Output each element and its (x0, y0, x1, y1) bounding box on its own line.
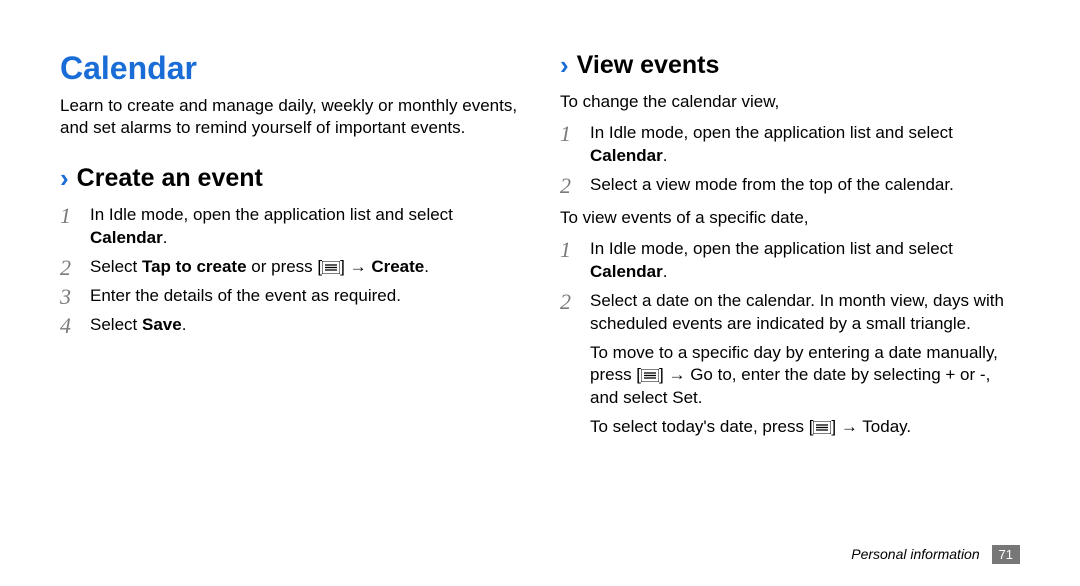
manual-page: Calendar Learn to create and manage dail… (0, 0, 1080, 586)
step-item: 2 Select a date on the calendar. In mont… (560, 290, 1020, 336)
step-number: 1 (560, 238, 578, 261)
right-column: › View events To change the calendar vie… (560, 50, 1020, 556)
menu-icon (322, 261, 340, 274)
view-steps-1: 1 In Idle mode, open the application lis… (560, 122, 1020, 197)
step-text: In Idle mode, open the application list … (590, 122, 1020, 168)
menu-icon (641, 369, 659, 382)
step-item: 1 In Idle mode, open the application lis… (560, 122, 1020, 168)
step-text: Enter the details of the event as requir… (90, 285, 520, 308)
page-footer: Personal information 71 (851, 545, 1020, 564)
chevron-icon: › (60, 163, 69, 194)
step-item: 1 In Idle mode, open the application lis… (560, 238, 1020, 284)
chevron-icon: › (560, 50, 569, 81)
step-number: 2 (560, 174, 578, 197)
step-item: 2 Select Tap to create or press [] → Cre… (60, 256, 520, 279)
step-item: 2 Select a view mode from the top of the… (560, 174, 1020, 197)
footer-section: Personal information (851, 546, 979, 562)
step-number: 2 (560, 290, 578, 313)
step-text: Select Tap to create or press [] → Creat… (90, 256, 520, 279)
section-title: Calendar (60, 50, 520, 87)
subheading-create-text: Create an event (77, 164, 263, 193)
step-number: 1 (560, 122, 578, 145)
subheading-create: › Create an event (60, 163, 520, 194)
step-number: 4 (60, 314, 78, 337)
subheading-view: › View events (560, 50, 1020, 81)
step-text: Select Save. (90, 314, 520, 337)
step-text: Select a view mode from the top of the c… (590, 174, 1020, 197)
step-number: 1 (60, 204, 78, 227)
step-number: 3 (60, 285, 78, 308)
view-steps-2: 1 In Idle mode, open the application lis… (560, 238, 1020, 336)
step-number: 2 (60, 256, 78, 279)
menu-icon (813, 421, 831, 434)
step-text: In Idle mode, open the application list … (90, 204, 520, 250)
lead-text: To change the calendar view, (560, 91, 1020, 114)
step-item: 1 In Idle mode, open the application lis… (60, 204, 520, 250)
subheading-view-text: View events (577, 51, 720, 80)
page-number: 71 (992, 545, 1020, 564)
create-steps: 1 In Idle mode, open the application lis… (60, 204, 520, 337)
step-text: Select a date on the calendar. In month … (590, 290, 1020, 336)
extra-note-1: To move to a specific day by entering a … (590, 342, 1020, 411)
extra-note-2: To select today's date, press [] → Today… (590, 416, 1020, 439)
lead-text-2: To view events of a specific date, (560, 207, 1020, 230)
step-item: 3 Enter the details of the event as requ… (60, 285, 520, 308)
step-text: In Idle mode, open the application list … (590, 238, 1020, 284)
step-item: 4 Select Save. (60, 314, 520, 337)
left-column: Calendar Learn to create and manage dail… (60, 50, 520, 556)
intro-paragraph: Learn to create and manage daily, weekly… (60, 95, 520, 139)
